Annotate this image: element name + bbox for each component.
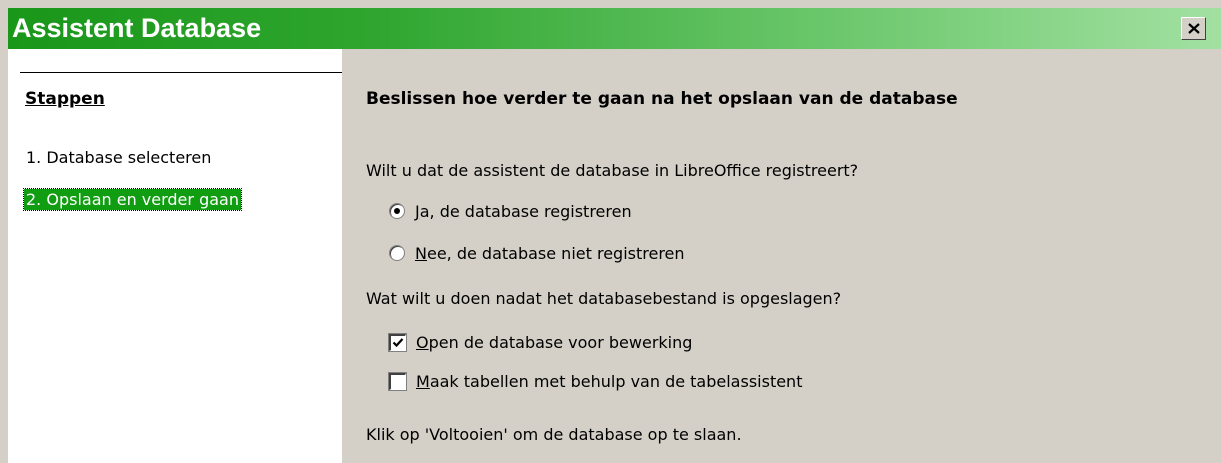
step-save-and-proceed[interactable]: 2. Opslaan en verder gaan [23, 188, 242, 211]
steps-divider [20, 72, 342, 73]
radio-register-no[interactable]: Nee, de database niet registreren [389, 243, 685, 263]
radio-register-yes-label: Ja, de database registreren [415, 201, 632, 221]
radio-register-yes[interactable]: Ja, de database registreren [389, 201, 632, 221]
page-heading: Beslissen hoe verder te gaan na het opsl… [366, 89, 958, 109]
steps-pane [8, 49, 342, 463]
checkbox-open-for-editing[interactable]: Open de database voor bewerking [388, 332, 693, 352]
title-bar[interactable]: Assistent Database [8, 8, 1221, 49]
checkbox-checked[interactable] [388, 332, 407, 352]
radio-button[interactable] [389, 245, 405, 261]
database-wizard-window: Assistent Database Stappen 1. Database s… [0, 0, 1221, 463]
close-button[interactable] [1181, 17, 1206, 40]
finish-hint: Klik op 'Voltooien' om de database op te… [366, 425, 742, 444]
window-title: Assistent Database [12, 13, 262, 43]
close-icon [1188, 23, 1200, 34]
step-select-database[interactable]: 1. Database selecteren [24, 147, 213, 168]
after-save-question: Wat wilt u doen nadat het databasebestan… [366, 289, 842, 308]
checkmark-icon [392, 337, 404, 347]
checkbox-create-tables-wizard[interactable]: Maak tabellen met behulp van de tabelass… [388, 371, 803, 391]
radio-button-checked[interactable] [389, 203, 405, 219]
checkbox-open-for-editing-label: Open de database voor bewerking [416, 332, 693, 352]
steps-title: Stappen [25, 89, 105, 109]
checkbox-unchecked[interactable] [388, 371, 407, 391]
register-question: Wilt u dat de assistent de database in L… [366, 161, 859, 180]
checkbox-create-tables-wizard-label: Maak tabellen met behulp van de tabelass… [416, 371, 803, 391]
radio-register-no-label: Nee, de database niet registreren [415, 243, 685, 263]
